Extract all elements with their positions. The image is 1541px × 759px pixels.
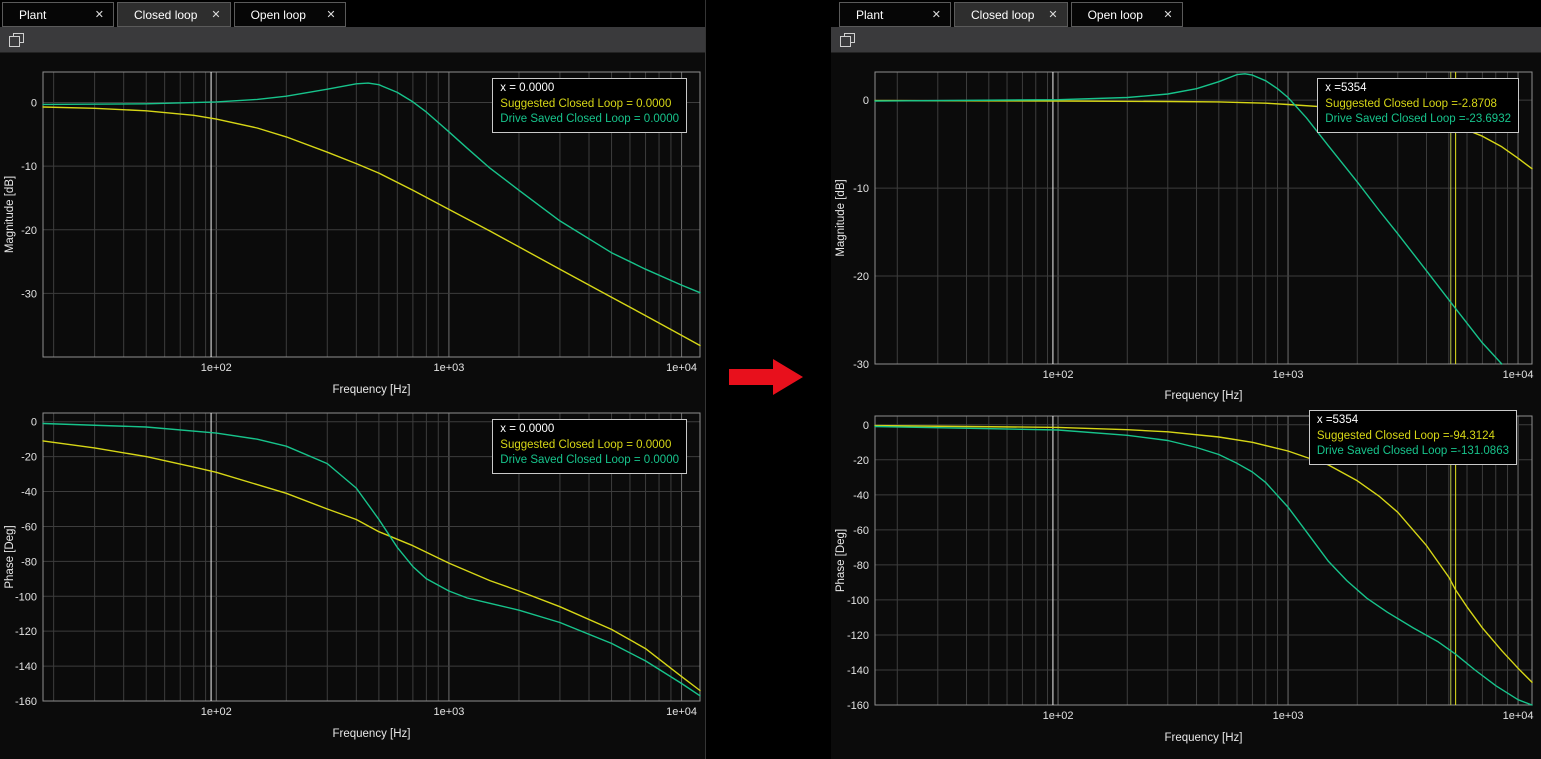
svg-text:-140: -140 (847, 665, 869, 677)
screen: Plant ✕ Closed loop ✕ Open loop ✕ 0 -10 -2… (0, 0, 1541, 759)
svg-text:0: 0 (863, 95, 869, 107)
cursor-x-text: x = 0.0000 (500, 422, 679, 438)
svg-text:1e+03: 1e+03 (1273, 369, 1304, 381)
svg-text:Magnitude [dB]: Magnitude [dB] (4, 176, 16, 253)
copy-plot-icon[interactable] (840, 33, 855, 47)
legend-drive-saved-closed-loop: Drive Saved Closed Loop =-131.0863 (1317, 444, 1509, 460)
cursor-x-text: x = 0.0000 (500, 81, 679, 97)
svg-text:1e+02: 1e+02 (201, 706, 232, 718)
svg-text:-80: -80 (853, 560, 869, 572)
svg-text:Phase [Deg]: Phase [Deg] (4, 525, 16, 588)
svg-text:-10: -10 (21, 161, 37, 173)
panel-after: Plant ✕ Closed loop ✕ Open loop ✕ 0 -10 -2… (831, 0, 1541, 759)
legend-drive-saved-closed-loop: Drive Saved Closed Loop = 0.0000 (500, 112, 679, 128)
svg-text:0: 0 (31, 98, 37, 110)
close-icon[interactable]: ✕ (211, 8, 220, 21)
svg-text:0: 0 (31, 417, 37, 429)
legend-suggested-closed-loop: Suggested Closed Loop = 0.0000 (500, 438, 679, 454)
svg-text:-20: -20 (853, 455, 869, 467)
svg-text:1e+03: 1e+03 (1273, 710, 1304, 722)
svg-text:Frequency [Hz]: Frequency [Hz] (1165, 732, 1243, 744)
svg-text:-80: -80 (21, 556, 37, 568)
copy-plot-icon[interactable] (9, 33, 24, 47)
tab-plant[interactable]: Plant ✕ (2, 2, 114, 27)
tab-label: Open loop (251, 8, 306, 22)
svg-text:-30: -30 (853, 359, 869, 371)
transition-arrow-icon (729, 357, 805, 397)
bode-phase-chart-after[interactable]: 0 -20 -40 -60 -80 -100 -120 -140 -160 1e+02 1e+03 1… (831, 405, 1541, 759)
close-icon[interactable]: ✕ (932, 8, 941, 21)
tab-label: Open loop (1088, 8, 1143, 22)
svg-text:Frequency [Hz]: Frequency [Hz] (1165, 390, 1243, 402)
svg-text:Frequency [Hz]: Frequency [Hz] (333, 728, 411, 740)
cursor-readout-magnitude: x = 0.0000 Suggested Closed Loop = 0.000… (492, 78, 687, 133)
tab-bar: Plant ✕ Closed loop ✕ Open loop ✕ (831, 0, 1541, 27)
svg-text:0: 0 (863, 420, 869, 432)
plot-toolbar (0, 27, 705, 53)
close-icon[interactable]: ✕ (95, 8, 104, 21)
svg-text:-60: -60 (853, 525, 869, 537)
svg-text:-20: -20 (21, 225, 37, 237)
legend-suggested-closed-loop: Suggested Closed Loop =-2.8708 (1325, 97, 1511, 113)
legend-drive-saved-closed-loop: Drive Saved Closed Loop = 0.0000 (500, 453, 679, 469)
tab-label: Plant (19, 8, 46, 22)
cursor-readout-phase: x =5354 Suggested Closed Loop =-94.3124 … (1309, 410, 1517, 465)
bode-phase-chart-before[interactable]: 0 -20 -40 -60 -80 -100 -120 -140 -160 1e+02 1e+03 1… (0, 405, 705, 759)
tab-open-loop[interactable]: Open loop ✕ (1071, 2, 1183, 27)
svg-text:1e+02: 1e+02 (201, 362, 232, 374)
svg-text:-140: -140 (15, 661, 37, 673)
cursor-x-text: x =5354 (1325, 81, 1511, 97)
svg-text:-60: -60 (21, 521, 37, 533)
close-icon[interactable]: ✕ (326, 8, 335, 21)
svg-text:-120: -120 (15, 626, 37, 638)
close-icon[interactable]: ✕ (1048, 8, 1057, 21)
tab-bar: Plant ✕ Closed loop ✕ Open loop ✕ (0, 0, 705, 27)
svg-text:-20: -20 (21, 452, 37, 464)
tab-label: Closed loop (971, 8, 1034, 22)
plot-toolbar (831, 27, 1541, 53)
cursor-readout-phase: x = 0.0000 Suggested Closed Loop = 0.000… (492, 419, 687, 474)
svg-text:1e+04: 1e+04 (1503, 710, 1534, 722)
bode-magnitude-chart-after[interactable]: 0 -10 -20 -30 1e+02 1e+03 1e+04 Frequency [Hz] M… (831, 53, 1541, 405)
svg-text:-160: -160 (847, 700, 869, 712)
svg-text:1e+02: 1e+02 (1043, 369, 1074, 381)
svg-text:1e+04: 1e+04 (1503, 369, 1534, 381)
tab-label: Plant (856, 8, 883, 22)
svg-text:1e+04: 1e+04 (666, 362, 697, 374)
cursor-readout-magnitude: x =5354 Suggested Closed Loop =-2.8708 D… (1317, 78, 1519, 133)
svg-text:-40: -40 (21, 487, 37, 499)
svg-text:Magnitude [dB]: Magnitude [dB] (835, 179, 847, 256)
panel-before: Plant ✕ Closed loop ✕ Open loop ✕ 0 -10 -2… (0, 0, 706, 759)
svg-text:-160: -160 (15, 696, 37, 708)
legend-suggested-closed-loop: Suggested Closed Loop =-94.3124 (1317, 429, 1509, 445)
svg-text:-100: -100 (15, 591, 37, 603)
svg-text:1e+04: 1e+04 (666, 706, 697, 718)
svg-text:-40: -40 (853, 490, 869, 502)
svg-text:Frequency [Hz]: Frequency [Hz] (333, 384, 411, 396)
svg-text:1e+03: 1e+03 (433, 706, 464, 718)
tab-label: Closed loop (134, 8, 197, 22)
cursor-x-text: x =5354 (1317, 413, 1509, 429)
svg-text:-30: -30 (21, 288, 37, 300)
tab-plant[interactable]: Plant ✕ (839, 2, 951, 27)
bode-magnitude-chart-before[interactable]: 0 -10 -20 -30 1e+02 1e+03 1e+04 Frequency [Hz] M… (0, 53, 705, 405)
svg-text:-20: -20 (853, 271, 869, 283)
svg-text:1e+02: 1e+02 (1043, 710, 1074, 722)
svg-text:-100: -100 (847, 595, 869, 607)
legend-suggested-closed-loop: Suggested Closed Loop = 0.0000 (500, 97, 679, 113)
tab-open-loop[interactable]: Open loop ✕ (234, 2, 346, 27)
svg-text:-120: -120 (847, 630, 869, 642)
legend-drive-saved-closed-loop: Drive Saved Closed Loop =-23.6932 (1325, 112, 1511, 128)
tab-closed-loop[interactable]: Closed loop ✕ (117, 2, 231, 27)
tab-closed-loop[interactable]: Closed loop ✕ (954, 2, 1068, 27)
svg-text:1e+03: 1e+03 (433, 362, 464, 374)
svg-text:-10: -10 (853, 183, 869, 195)
svg-text:Phase [Deg]: Phase [Deg] (835, 529, 847, 592)
close-icon[interactable]: ✕ (1163, 8, 1172, 21)
